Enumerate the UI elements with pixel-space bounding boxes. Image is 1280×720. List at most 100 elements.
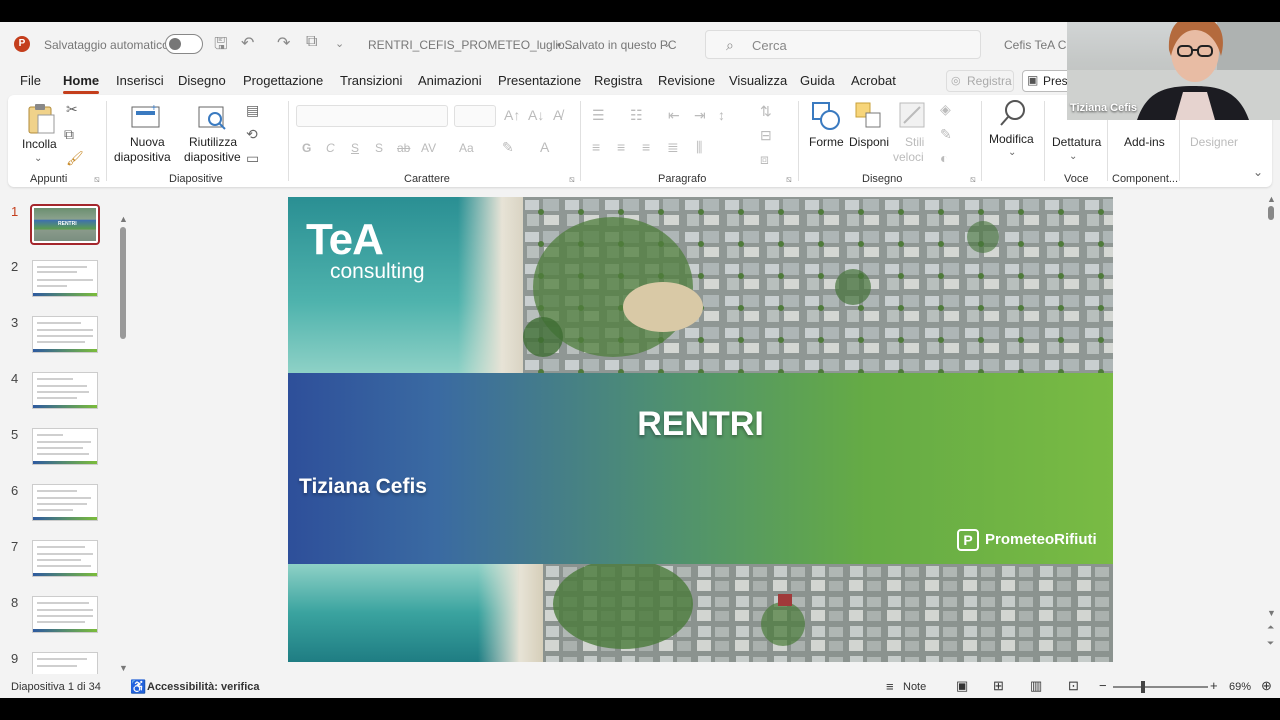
align-center-icon[interactable]: ≡ [617,139,625,155]
dialog-launcher-icon[interactable]: ⧅ [94,174,100,185]
normal-view-icon[interactable]: ▣ [956,678,968,694]
dialog-launcher-icon[interactable]: ⧅ [569,174,575,185]
clear-format-icon[interactable]: A̸ [553,107,562,123]
change-case-button[interactable]: Aa [459,141,474,155]
zoom-level[interactable]: 69% [1229,681,1251,693]
zoom-slider[interactable] [1113,686,1208,688]
designer-button[interactable]: Designer [1190,135,1238,149]
scroll-up-icon[interactable]: ▲ [1267,194,1276,204]
layout-icon[interactable]: ▤ [246,102,259,119]
line-spacing-icon[interactable]: ↕ [718,107,725,123]
shape-effects-icon[interactable]: ◐ [940,150,948,166]
slide-sorter-icon[interactable]: ⊞ [993,678,1004,694]
accessibility-icon[interactable]: ♿ [130,679,146,695]
text-direction-icon[interactable]: ⇅ [760,103,772,120]
cut-icon[interactable]: ✂ [66,101,78,118]
zoom-slider-handle[interactable] [1141,681,1145,693]
tab-progettazione[interactable]: Progettazione [243,73,323,88]
customize-toolbar-icon[interactable]: ⌄ [335,37,344,50]
new-slide-label-1[interactable]: Nuova [130,135,165,149]
align-right-icon[interactable]: ≡ [642,139,650,155]
bullets-icon[interactable]: ☰ [592,107,605,124]
paste-button[interactable]: Incolla [22,137,57,151]
tab-registra[interactable]: Registra [594,73,642,88]
tab-home[interactable]: Home [63,73,100,94]
decrease-indent-icon[interactable]: ⇤ [668,107,680,124]
chevron-down-icon[interactable]: ⌄ [34,153,42,164]
slide-scrollbar[interactable]: ▲ ▼ ⏶ ⏷ [1265,194,1277,674]
bold-button[interactable]: G [302,141,311,155]
zoom-in-icon[interactable]: + [1210,678,1218,693]
thumbnail-slide-6[interactable] [32,484,98,521]
grow-font-icon[interactable]: A↑ [504,107,520,123]
section-icon[interactable]: ▭ [246,150,259,167]
thumbnail-slide-8[interactable] [32,596,98,633]
slideshow-icon[interactable]: ⊡ [1068,678,1079,694]
thumbnail-slide-2[interactable] [32,260,98,297]
tab-guida[interactable]: Guida [800,73,835,88]
previous-slide-icon[interactable]: ⏶ [1267,622,1274,633]
thumbnail-slide-9[interactable] [32,652,98,674]
tab-disegno[interactable]: Disegno [178,73,226,88]
notes-button[interactable]: Note [903,681,926,693]
tab-acrobat[interactable]: Acrobat [851,73,896,88]
tab-inserisci[interactable]: Inserisci [116,73,164,88]
tab-presentazione[interactable]: Presentazione [498,73,581,88]
undo-icon[interactable]: ↶ [241,33,254,53]
copy-icon[interactable]: ⧉ [64,126,74,143]
zoom-out-icon[interactable]: − [1099,678,1107,693]
next-slide-icon[interactable]: ⏷ [1267,638,1274,649]
slide-canvas[interactable]: TeA consulting RENTRI Tiziana Cefis P Pr… [288,197,1113,662]
quick-styles-label-1[interactable]: Stili [905,135,924,149]
scroll-down-icon[interactable]: ▼ [119,663,128,673]
dialog-launcher-icon[interactable]: ⧅ [970,174,976,185]
tab-animazioni[interactable]: Animazioni [418,73,482,88]
font-color-icon[interactable]: A [540,139,549,155]
record-button[interactable]: Registra [946,70,1014,92]
start-slideshow-icon[interactable]: ⧉ [306,33,317,51]
align-text-icon[interactable]: ⊟ [760,127,772,144]
shrink-font-icon[interactable]: A↓ [528,107,544,123]
shadow-button[interactable]: S [375,141,383,155]
editing-button[interactable]: Modifica [989,132,1034,146]
font-family-dropdown[interactable] [296,105,448,127]
dictate-button[interactable]: Dettatura [1052,135,1101,149]
numbering-icon[interactable]: ☷ [630,107,643,124]
highlight-icon[interactable]: ✎ [502,139,514,156]
justify-icon[interactable]: ≣ [667,139,679,156]
shape-outline-icon[interactable]: ✎ [940,126,952,143]
increase-indent-icon[interactable]: ⇥ [694,107,706,124]
smartart-icon[interactable]: ⧈ [760,151,769,168]
redo-icon[interactable]: ↷ [277,33,290,53]
quick-styles-button[interactable]: veloci [893,150,924,164]
scrollbar-thumb[interactable] [1268,206,1274,220]
reuse-slides-button[interactable]: diapositive [184,150,241,164]
document-filename[interactable]: RENTRI_CEFIS_PROMETEO_luglio... [368,38,575,52]
arrange-button[interactable]: Disponi [849,135,889,149]
thumbnails-scrollbar[interactable]: ▲ [118,214,128,692]
thumbnail-slide-1[interactable]: RENTRI [30,204,100,245]
tab-revisione[interactable]: Revisione [658,73,715,88]
save-icon[interactable]: 🖫 [214,33,228,60]
scrollbar-thumb[interactable] [120,227,126,339]
thumbnail-slide-4[interactable] [32,372,98,409]
reuse-slides-label-1[interactable]: Riutilizza [189,135,237,149]
notes-icon[interactable]: ≡ [886,679,894,694]
autosave-toggle[interactable] [165,34,203,54]
chevron-down-icon[interactable]: ⌄ [662,37,671,50]
shapes-button[interactable]: Forme [809,135,844,149]
new-slide-button[interactable]: diapositiva [114,150,171,164]
align-left-icon[interactable]: ≡ [592,139,600,155]
tab-visualizza[interactable]: Visualizza [729,73,787,88]
accessibility-check[interactable]: Accessibilità: verifica [147,681,260,693]
italic-button[interactable]: C [326,141,335,155]
reading-view-icon[interactable]: ▥ [1030,678,1042,694]
thumbnail-slide-3[interactable] [32,316,98,353]
slide-author[interactable]: Tiziana Cefis [299,475,427,499]
scroll-down-icon[interactable]: ▼ [1267,608,1276,618]
shape-fill-icon[interactable]: ◈ [940,101,951,118]
fit-slide-icon[interactable]: ⊕ [1261,678,1272,694]
font-size-dropdown[interactable] [454,105,496,127]
chevron-down-icon[interactable]: ⌄ [1008,147,1016,158]
slide-title[interactable]: RENTRI [288,405,1113,444]
